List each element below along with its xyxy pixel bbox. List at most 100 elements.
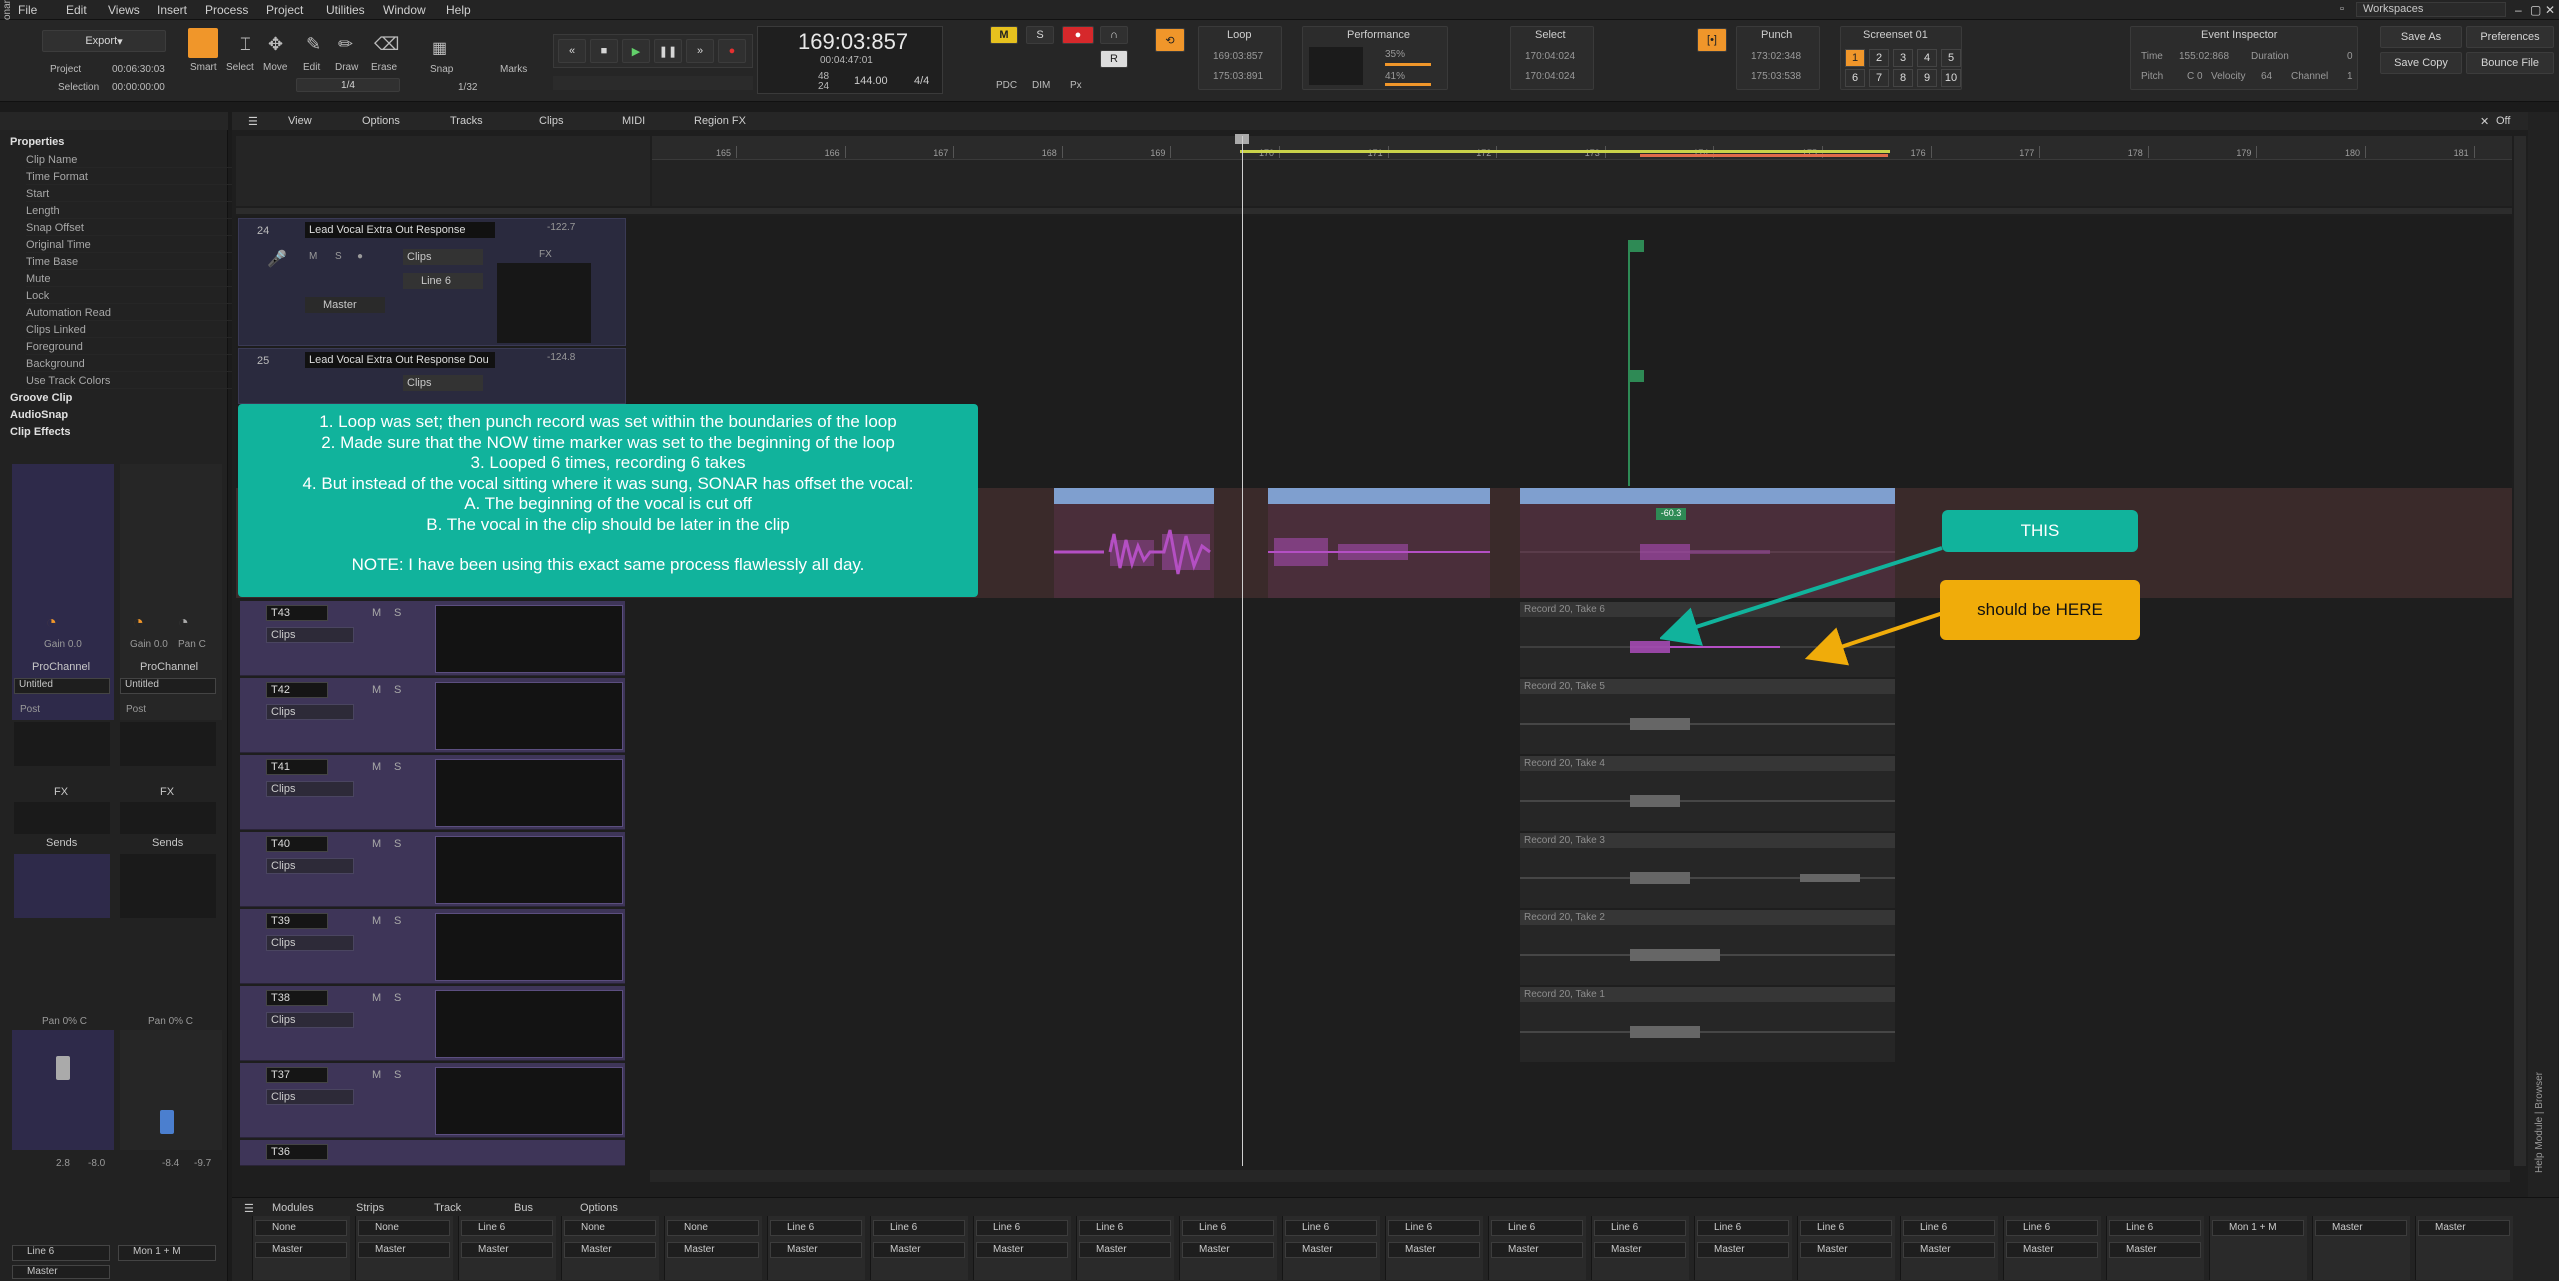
save-copy-button[interactable]: Save Copy [2380, 52, 2462, 74]
audiosnap-heading[interactable]: AudioSnap [10, 409, 68, 421]
take-lane-t37[interactable]: T37 Clips M S [240, 1063, 625, 1138]
ratio-dropdown[interactable]: 1/4 [296, 78, 400, 92]
console-strip[interactable]: Line 6 Master [2106, 1216, 2204, 1280]
take-lane-t38-solo[interactable]: S [394, 992, 401, 1004]
prop-clip-name[interactable]: Clip Name [26, 152, 236, 168]
prop-start[interactable]: Start [26, 186, 236, 202]
strip-input-dropdown[interactable]: Line 6 [1285, 1220, 1377, 1236]
screenset-8[interactable]: 8 [1893, 69, 1913, 87]
snap-label[interactable]: Snap [430, 64, 453, 75]
clip-effects-heading[interactable]: Clip Effects [10, 426, 71, 438]
console-strip[interactable]: Line 6 Master [1591, 1216, 1689, 1280]
clip-header-3[interactable] [1520, 488, 1895, 504]
prochannel-2[interactable]: ProChannel [140, 661, 198, 673]
strip-output-dropdown[interactable]: Master [1388, 1242, 1480, 1258]
console-strip[interactable]: Line 6 Master [2003, 1216, 2101, 1280]
strip-output-dropdown[interactable]: Master [1903, 1242, 1995, 1258]
take-lane-t39[interactable]: T39 Clips M S [240, 909, 625, 984]
take-lane-t43[interactable]: T43 Clips M S [240, 601, 625, 676]
marks-label[interactable]: Marks [500, 64, 527, 75]
strip-input-dropdown[interactable]: Line 6 [1594, 1220, 1686, 1236]
take-lane-t36[interactable]: T36 [240, 1140, 625, 1166]
prop-use-track-colors[interactable]: Use Track Colors [26, 373, 236, 389]
help-module-tab[interactable]: Help Module | Browser [2534, 1072, 2545, 1173]
screenset-9[interactable]: 9 [1917, 69, 1937, 87]
px-button[interactable]: Px [1070, 80, 1082, 91]
menu-utilities[interactable]: Utilities [326, 3, 365, 17]
fx-label-1[interactable]: FX [54, 786, 68, 798]
take-clip-4[interactable]: Record 20, Take 4 [1520, 756, 1895, 831]
take-lane-t43-solo[interactable]: S [394, 607, 401, 619]
select-start[interactable]: 170:04:024 [1525, 51, 1575, 62]
take-lane-t39-solo[interactable]: S [394, 915, 401, 927]
menu-help[interactable]: Help [446, 3, 471, 17]
prop-foreground[interactable]: Foreground [26, 339, 236, 355]
strip-output-dropdown[interactable]: Master [2109, 1242, 2201, 1258]
loop-start[interactable]: 169:03:857 [1213, 51, 1263, 62]
loop-region[interactable] [1240, 150, 1890, 153]
workspaces-dropdown[interactable]: Workspaces [2356, 2, 2506, 17]
tool-smart[interactable]: Smart [190, 62, 217, 73]
rewind-button[interactable]: « [558, 39, 586, 63]
time-display[interactable]: 169:03:857 00:04:47:01 48 24 144.00 4/4 [757, 26, 943, 94]
strip-input-dropdown[interactable]: Line 6 [1491, 1220, 1583, 1236]
take-lane-t37-clips[interactable]: Clips [266, 1089, 354, 1105]
horizontal-scrollbar[interactable] [650, 1170, 2510, 1182]
take-lane-t40-name[interactable]: T40 [266, 836, 328, 852]
take-clip-2[interactable]: Record 20, Take 2 [1520, 910, 1895, 985]
screenset-4[interactable]: 4 [1917, 49, 1937, 67]
strip-input-dropdown[interactable]: Line 6 [1697, 1220, 1789, 1236]
take-lane-t39-name[interactable]: T39 [266, 913, 328, 929]
strip-input-dropdown[interactable]: Line 6 [461, 1220, 553, 1236]
sends-bin-1[interactable] [14, 854, 110, 918]
console-strip[interactable]: Line 6 Master [1694, 1216, 1792, 1280]
track-24-fx-label[interactable]: FX [539, 249, 552, 260]
console-strip[interactable]: Line 6 Master [1797, 1216, 1895, 1280]
console-strip[interactable]: None Master [664, 1216, 762, 1280]
loop-button[interactable]: ⟲ [1155, 28, 1185, 52]
screenset-5[interactable]: 5 [1941, 49, 1961, 67]
punch-button[interactable]: [•] [1697, 28, 1727, 52]
strip-input-dropdown[interactable]: Line 6 [2109, 1220, 2201, 1236]
strip-input-dropdown[interactable]: Line 6 [1800, 1220, 1892, 1236]
read-button[interactable]: R [1100, 50, 1128, 68]
track-24-fx-bin[interactable] [497, 263, 591, 343]
clip-body-1[interactable] [1054, 504, 1214, 598]
take-lane-t38-name[interactable]: T38 [266, 990, 328, 1006]
strip-output-dropdown[interactable]: Master [1491, 1242, 1583, 1258]
console-strip[interactable]: Line 6 Master [1179, 1216, 1277, 1280]
prop-background[interactable]: Background [26, 356, 236, 372]
console-strip[interactable]: Line 6 Master [973, 1216, 1071, 1280]
vertical-scrollbar[interactable] [2514, 136, 2526, 1166]
pan-knob-icon[interactable]: ◔ [178, 612, 189, 633]
strip-output-dropdown[interactable]: Master [461, 1242, 553, 1258]
loop-end[interactable]: 175:03:891 [1213, 71, 1263, 82]
smart-tool-icon[interactable] [188, 28, 218, 58]
take-lane-t37-solo[interactable]: S [394, 1069, 401, 1081]
take-lane-t41-name[interactable]: T41 [266, 759, 328, 775]
eq-graph-2[interactable] [120, 722, 216, 766]
strip-input-dropdown[interactable]: Line 6 [1903, 1220, 1995, 1236]
fast-forward-button[interactable]: » [686, 39, 714, 63]
stop-button[interactable]: ■ [590, 39, 618, 63]
properties-heading[interactable]: Properties [10, 136, 64, 148]
take-clip-5[interactable]: Record 20, Take 5 [1520, 679, 1895, 754]
volume-fader-2[interactable] [160, 1110, 174, 1134]
record-button[interactable]: ● [718, 39, 746, 63]
tv-menu-region-fx[interactable]: Region FX [694, 115, 746, 127]
output-dropdown-2[interactable]: Mon 1 + M [118, 1245, 216, 1261]
strip-input-dropdown[interactable]: Line 6 [976, 1220, 1068, 1236]
take-clip-3[interactable]: Record 20, Take 3 [1520, 833, 1895, 908]
take-lane-t40-clips[interactable]: Clips [266, 858, 354, 874]
strip-input-dropdown[interactable]: Line 6 [1079, 1220, 1171, 1236]
screenset-dropdown[interactable]: Screenset 01 [1863, 29, 1928, 41]
prop-automation-read[interactable]: Automation Read [26, 305, 236, 321]
preset-2[interactable]: Untitled [120, 678, 216, 694]
strip-input-dropdown[interactable]: Mon 1 + M [2212, 1220, 2304, 1236]
punch-end[interactable]: 175:03:538 [1751, 71, 1801, 82]
menu-process[interactable]: Process [205, 3, 248, 17]
strip-input-dropdown[interactable]: Line 6 [770, 1220, 862, 1236]
project-radio-label[interactable]: Project [50, 64, 81, 75]
take-lane-t37-name[interactable]: T37 [266, 1067, 328, 1083]
console-strip[interactable]: Line 6 Master [1900, 1216, 1998, 1280]
